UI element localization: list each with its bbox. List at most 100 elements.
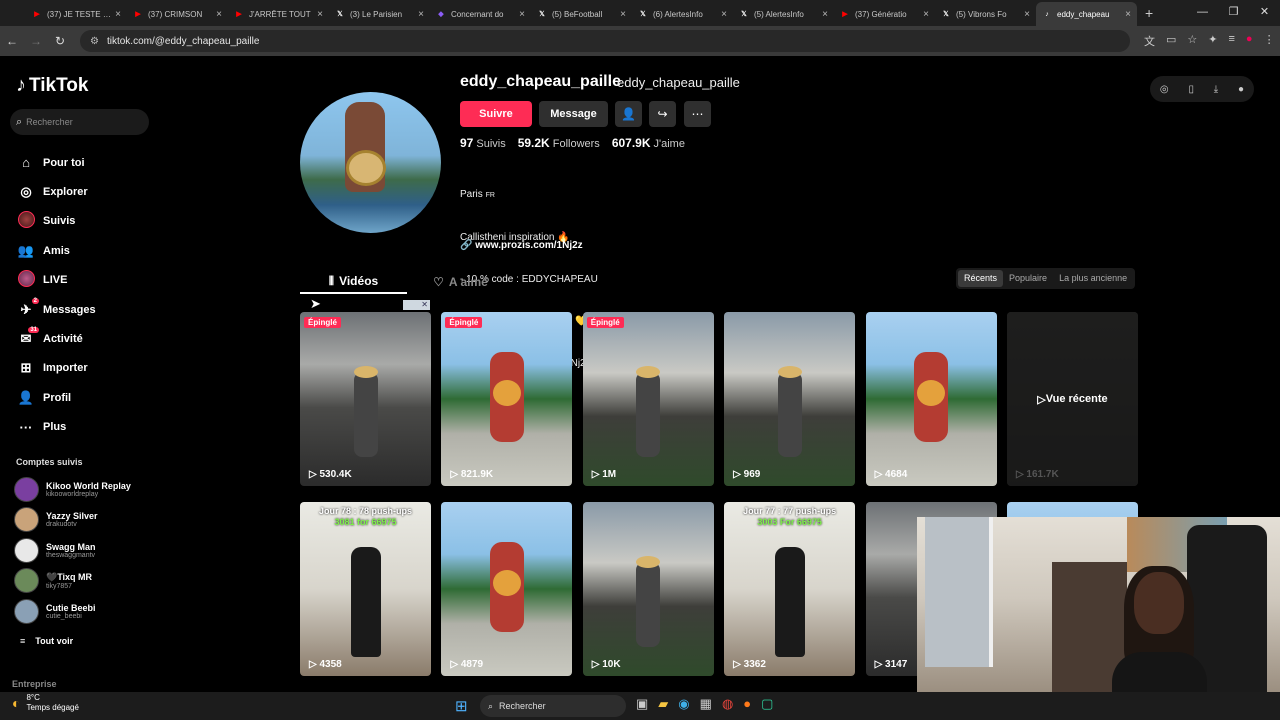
sidebar-item-amis[interactable]: 👥 Amis [16,236,96,265]
tab-liked[interactable]: ♡ A aimé [407,270,514,294]
close-tab-icon[interactable]: × [519,9,525,20]
user-avatar-icon[interactable]: ● [1238,84,1244,95]
ad-choices-icon[interactable]: ✕ [403,300,430,310]
store-icon[interactable]: ▦ [700,696,712,712]
translate-icon[interactable]: 文 [1144,33,1155,49]
profile-link[interactable]: 🔗 www.prozis.com/1Nj2z [460,240,583,251]
close-tab-icon[interactable]: × [1024,9,1030,20]
close-tab-icon[interactable]: × [1125,9,1131,20]
edge-icon[interactable]: ◉ [678,696,689,712]
video-thumbnail[interactable]: Jour 77 : 77 push-ups 3003 For 66975 ▷ 336… [724,502,856,676]
sidebar-item-pourtoi[interactable]: ⌂ Pour toi [16,148,96,177]
site-info-icon[interactable]: ⚙ [90,36,99,47]
sidebar-item-explorer[interactable]: ◎ Explorer [16,177,96,206]
followers-stat[interactable]: 59.2K Followers [518,136,600,150]
see-all-button[interactable]: ≡ Tout voir [20,636,73,646]
video-thumbnail[interactable]: ▷ 4684 [865,312,997,486]
following-account[interactable]: 🖤Tixq MR tiky7857 [14,566,131,597]
close-tab-icon[interactable]: × [721,9,727,20]
browser-tab[interactable]: 𝕏 (6) AlertesInfo × [632,2,733,26]
browser-tab[interactable]: ♪ eddy_chapeau × [1036,2,1137,26]
new-tab-button[interactable]: + [1145,5,1153,21]
close-tab-icon[interactable]: × [216,9,222,20]
following-stat[interactable]: 97 Suivis [460,136,506,150]
browser-tab[interactable]: 𝕏 (5) AlertesInfo × [733,2,834,26]
video-thumbnail[interactable]: ▷ 4879 [441,502,573,676]
bookmark-star-icon[interactable]: ☆ [1187,33,1197,49]
browser-tab[interactable]: ▶ (37) Génératio × [834,2,935,26]
footer-entreprise[interactable]: Entreprise [12,679,57,689]
following-account[interactable]: Kikoo World Replay kikooworldreplay [14,474,131,505]
reload-icon[interactable]: ↻ [48,34,72,48]
following-account[interactable]: Yazzy Silver drakudotv [14,505,131,536]
view-count: ▷ 530.4K [309,469,352,480]
message-button[interactable]: Message [539,101,608,127]
close-tab-icon[interactable]: × [923,9,929,20]
sidebar-item-activit[interactable]: ✉ 31 Activité [16,324,96,353]
sort-oldest[interactable]: La plus ancienne [1053,270,1133,287]
forward-icon[interactable]: → [24,34,48,48]
sort-popular[interactable]: Populaire [1003,270,1053,287]
sort-recent[interactable]: Récents [958,270,1004,287]
weather-widget[interactable]: ◐ 8°C Temps dégagé [12,693,79,713]
url-field[interactable]: ⚙ tiktok.com/@eddy_chapeau_paille [80,30,1130,52]
close-tab-icon[interactable]: × [822,9,828,20]
taskbar-search[interactable]: ⌕ Rechercher [480,695,626,717]
browser-tab[interactable]: ▶ (37) JE TESTE L... × [26,2,127,26]
firefox-icon[interactable]: ● [743,696,751,712]
browser-menu-icon[interactable]: ⋮ [1264,33,1275,49]
video-thumbnail[interactable]: Épinglé ▷ 530.4K [300,312,431,486]
browser-tab[interactable]: 𝕏 (3) Le Parisien × [329,2,430,26]
browser-tab[interactable]: ▶ (37) CRIMSON × [127,2,228,26]
browser-tab[interactable]: 𝕏 (5) Vibrons Fo × [935,2,1036,26]
task-view-icon[interactable]: ▣ [636,696,648,712]
minimize-button[interactable]: — [1187,0,1218,24]
close-window-button[interactable]: ✕ [1249,0,1280,24]
view-count: ▷ 4684 [875,469,908,480]
cast-icon[interactable]: ▭ [1166,33,1176,49]
following-account[interactable]: Cutie Beebi cutie_beebi [14,596,131,627]
video-thumbnail[interactable]: ▷ 969 [724,312,856,486]
profile-avatar-icon[interactable]: ● [1246,33,1253,49]
sidebar-item-importer[interactable]: ⊞ Importer [16,354,96,383]
device-icon[interactable]: ▯ [1188,84,1194,95]
add-friend-icon[interactable]: 👤 [615,101,642,127]
more-options-icon[interactable]: ⋯ [684,101,711,127]
close-tab-icon[interactable]: × [317,9,323,20]
sidebar-item-live[interactable]: LIVE [16,266,96,295]
browser-tab[interactable]: 𝕏 (5) BeFootball × [531,2,632,26]
sidebar-item-messages[interactable]: ✈ 2 Messages [16,295,96,324]
sidebar-item-suivis[interactable]: Suivis [16,207,96,236]
video-thumbnail[interactable]: Jour 78 : 78 push-ups 3081 for 66975 ▷ 435… [300,502,431,676]
tiktok-logo[interactable]: ♪ TikTok [16,74,88,97]
sidebar-item-profil[interactable]: 👤 Profil [16,383,96,412]
close-tab-icon[interactable]: × [115,9,121,20]
following-account[interactable]: Swagg Man theswaggmantv [14,535,131,566]
app-icon[interactable]: ▢ [761,696,773,712]
search-input[interactable]: ⌕ Rechercher [10,109,149,135]
share-icon[interactable]: ↪ [649,101,676,127]
windows-start-icon[interactable]: ⊞ [455,697,468,715]
back-icon[interactable]: ← [0,34,24,48]
reading-list-icon[interactable]: ≡ [1229,33,1235,49]
sidebar-item-plus[interactable]: ··· Plus [16,413,96,442]
video-thumbnail[interactable]: ▷ 10K [582,502,714,676]
file-explorer-icon[interactable]: ▰ [658,696,668,712]
close-tab-icon[interactable]: × [418,9,424,20]
coin-icon[interactable]: ◎ [1160,84,1169,95]
chrome-icon[interactable]: ◍ [722,696,733,712]
maximize-button[interactable]: ❐ [1218,0,1249,24]
follow-button[interactable]: Suivre [460,101,532,127]
tab-videos[interactable]: ⦀ Vidéos [300,270,407,294]
video-thumbnail[interactable]: Épinglé ▷ 821.9K [441,312,573,486]
video-thumbnail[interactable]: Épinglé ▷ 1M [582,312,714,486]
play-icon: ▷ [591,469,603,480]
browser-tab[interactable]: ▶ J'ARRÊTE TOUT × [228,2,329,26]
video-thumbnail[interactable]: ▷ Vue récente ▷ 161.7K [1006,312,1138,486]
extensions-icon[interactable]: ✦ [1208,33,1217,49]
browser-tab[interactable]: ◆ Concernant do × [430,2,531,26]
link-icon: 🔗 [460,240,473,251]
close-tab-icon[interactable]: × [620,9,626,20]
download-icon[interactable]: ⤓ [1214,84,1218,95]
view-count: ▷ 10K [592,659,621,670]
